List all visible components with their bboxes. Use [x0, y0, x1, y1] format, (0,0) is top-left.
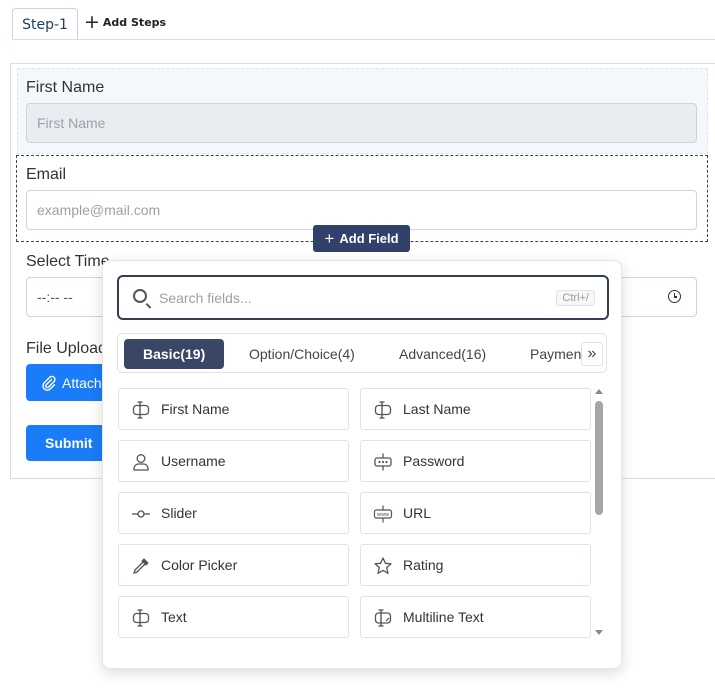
- tab-payment-label: Payment: [530, 346, 586, 362]
- search-icon: [133, 289, 147, 303]
- field-label: Rating: [403, 557, 444, 573]
- scroll-down-icon[interactable]: [595, 630, 603, 635]
- tab-divider: [12, 39, 715, 40]
- tab-basic[interactable]: Basic(19): [124, 339, 225, 369]
- scrollbar[interactable]: [594, 389, 604, 637]
- field-label: Text: [161, 609, 187, 625]
- tab-basic-label: Basic(19): [143, 346, 206, 362]
- field-list: First Name Last Name Username Password S…: [118, 388, 593, 638]
- text-cursor-icon: [132, 401, 150, 419]
- field-rating[interactable]: Rating: [360, 544, 591, 586]
- svg-text:www: www: [377, 512, 389, 518]
- star-icon: [374, 557, 392, 574]
- first-name-label: First Name: [26, 79, 105, 96]
- user-icon: [133, 454, 149, 471]
- search-input[interactable]: [159, 287, 539, 309]
- field-username[interactable]: Username: [118, 440, 349, 482]
- tab-step-1[interactable]: Step-1: [12, 8, 78, 40]
- field-label: Slider: [161, 505, 197, 521]
- tab-option-choice-label: Option/Choice(4): [249, 346, 355, 362]
- password-icon: [374, 453, 392, 471]
- scroll-up-icon[interactable]: [595, 389, 603, 394]
- email-label: Email: [26, 166, 67, 183]
- attach-label: Attach: [62, 374, 102, 391]
- select-time-label: Select Time: [26, 253, 110, 270]
- email-input[interactable]: example@mail.com: [26, 190, 697, 230]
- field-category-tabs: Basic(19) Option/Choice(4) Advanced(16) …: [117, 333, 607, 373]
- first-name-input[interactable]: First Name: [26, 103, 697, 143]
- file-upload-label: File Upload: [26, 340, 107, 357]
- url-icon: www: [373, 505, 393, 523]
- add-field-label: Add Field: [339, 231, 399, 246]
- tab-option-choice[interactable]: Option/Choice(4): [249, 339, 355, 369]
- add-field-popup: Ctrl+/ Basic(19) Option/Choice(4) Advanc…: [102, 260, 622, 669]
- field-color-picker[interactable]: Color Picker: [118, 544, 349, 586]
- field-label: URL: [403, 505, 432, 521]
- field-last-name[interactable]: Last Name: [360, 388, 591, 430]
- tab-advanced[interactable]: Advanced(16): [399, 339, 486, 369]
- plus-icon: +: [324, 229, 335, 248]
- field-text[interactable]: Text: [118, 596, 349, 638]
- shortcut-hint: Ctrl+/: [556, 290, 595, 306]
- field-url[interactable]: www URL: [360, 492, 591, 534]
- add-steps-label: Add Steps: [102, 15, 167, 29]
- text-cursor-icon: [132, 609, 150, 627]
- field-label: Last Name: [403, 401, 471, 417]
- tab-payment[interactable]: Payment: [530, 339, 585, 369]
- plus-icon: +: [84, 10, 100, 33]
- eyedropper-icon: [132, 558, 149, 575]
- field-label: Password: [403, 453, 465, 469]
- field-password[interactable]: Password: [360, 440, 591, 482]
- tab-advanced-label: Advanced(16): [399, 346, 487, 362]
- field-first-name[interactable]: First Name: [118, 388, 349, 430]
- multiline-text-icon: [374, 609, 392, 627]
- field-label: Username: [161, 453, 226, 469]
- add-field-button[interactable]: + Add Field: [313, 225, 410, 252]
- submit-label: Submit: [45, 435, 93, 451]
- field-search-box[interactable]: Ctrl+/: [117, 275, 609, 320]
- field-label: Multiline Text: [403, 609, 484, 625]
- double-chevron-right-icon[interactable]: »: [581, 342, 603, 366]
- add-steps-button[interactable]: + Add Steps: [84, 12, 166, 32]
- field-label: Color Picker: [161, 557, 238, 573]
- text-cursor-icon: [374, 401, 392, 419]
- field-slider[interactable]: Slider: [118, 492, 349, 534]
- step-tab-label: Step-1: [22, 16, 68, 33]
- field-label: First Name: [161, 401, 230, 417]
- slider-icon: [132, 510, 150, 518]
- clock-icon[interactable]: [668, 290, 681, 303]
- field-multiline-text[interactable]: Multiline Text: [360, 596, 591, 638]
- scrollbar-thumb[interactable]: [595, 401, 603, 515]
- paperclip-icon: [42, 375, 56, 391]
